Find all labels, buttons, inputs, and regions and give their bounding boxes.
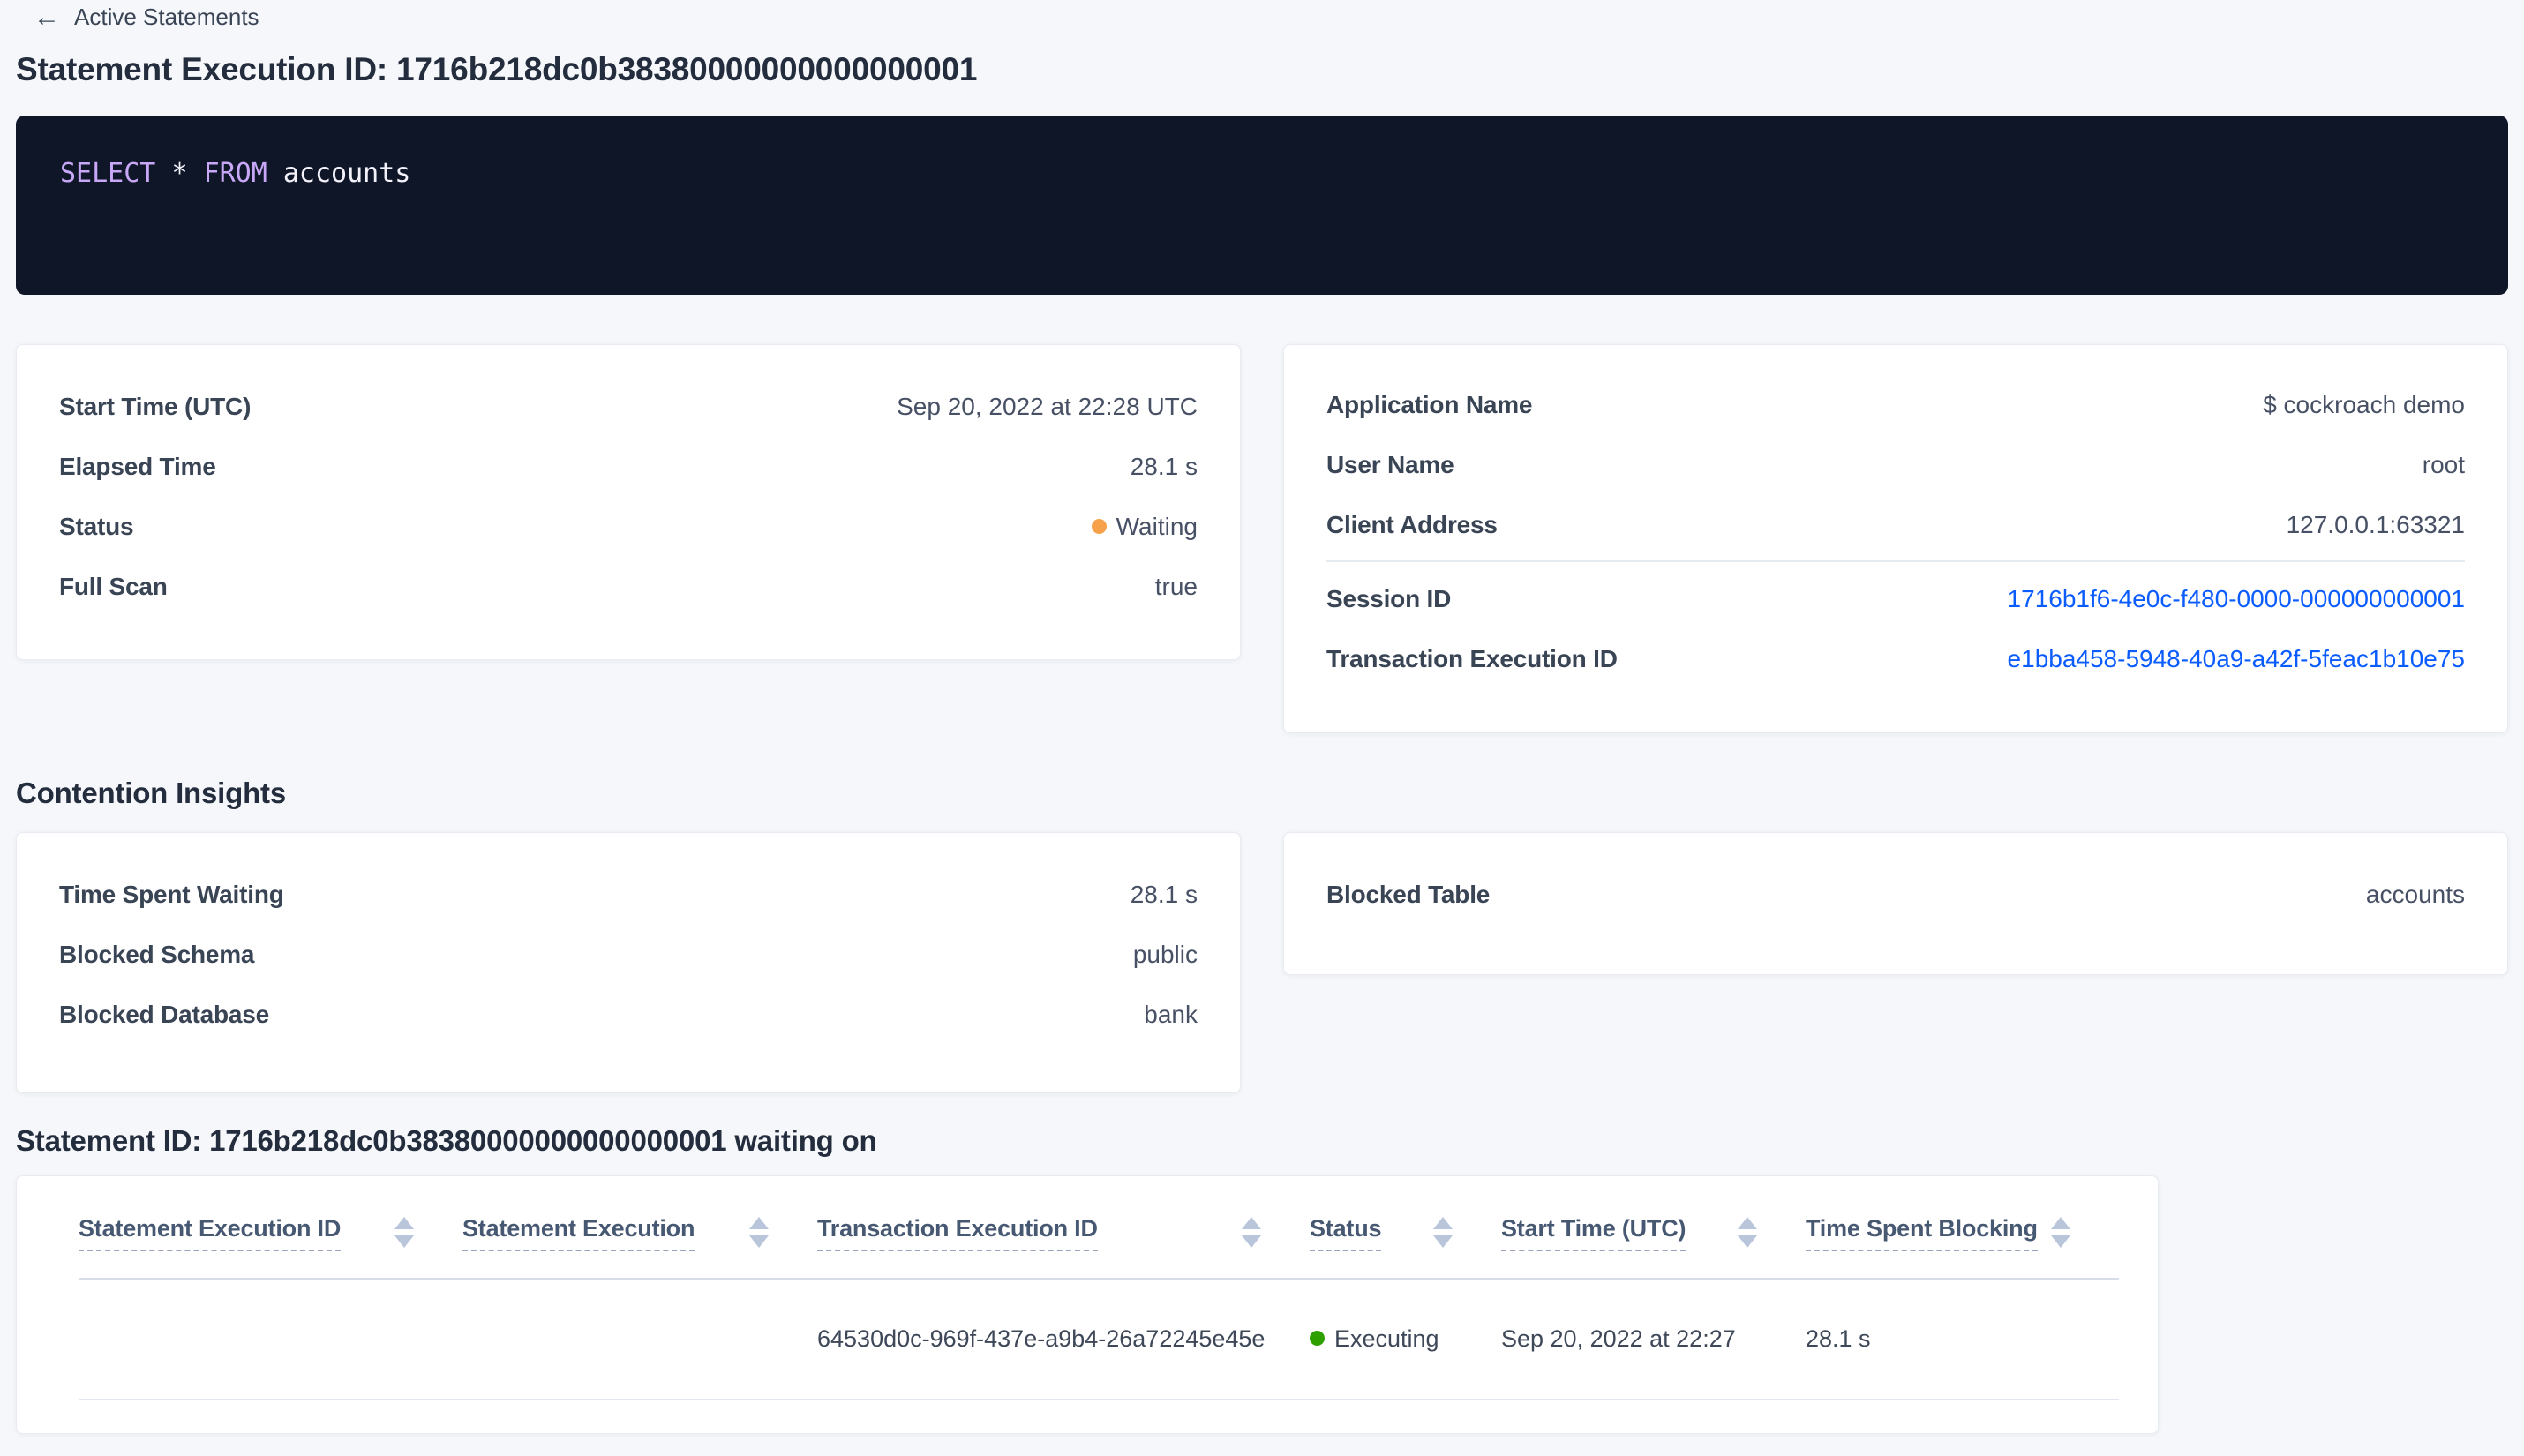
column-header-time-spent-blocking[interactable]: Time Spent Blocking <box>1806 1176 2119 1280</box>
cell-start-time: Sep 20, 2022 at 22:27 <box>1501 1279 1806 1400</box>
column-header-statement-execution-id-label: Statement Execution ID <box>79 1215 341 1251</box>
elapsed-time-value: 28.1 s <box>1130 453 1198 480</box>
elapsed-time-row: Elapsed Time 28.1 s <box>17 437 1240 497</box>
blocked-table-row: Blocked Table accounts <box>1284 865 2507 925</box>
elapsed-time-label: Elapsed Time <box>59 453 216 480</box>
transaction-execution-id-link[interactable]: e1bba458-5948-40a9-a42f-5feac1b10e75 <box>2008 645 2465 673</box>
full-scan-label: Full Scan <box>59 573 168 600</box>
status-row: Status Waiting <box>17 497 1240 557</box>
back-link-label: Active Statements <box>74 4 259 30</box>
waiting-on-table-card: Statement Execution ID Statement Executi… <box>16 1175 2159 1434</box>
time-spent-waiting-label: Time Spent Waiting <box>59 881 284 908</box>
statement-execution-details-page: ← Active Statements Statement Execution … <box>0 0 2524 1456</box>
table-header-row: Statement Execution ID Statement Executi… <box>79 1176 2119 1280</box>
status-value: Waiting <box>1091 513 1198 541</box>
column-header-start-time-label: Start Time (UTC) <box>1501 1215 1686 1251</box>
column-header-status-label: Status <box>1310 1215 1382 1251</box>
sort-arrows-icon[interactable] <box>1242 1217 1261 1248</box>
full-scan-value: true <box>1154 573 1198 600</box>
blocked-database-label: Blocked Database <box>59 1001 270 1028</box>
user-name-label: User Name <box>1326 451 1454 478</box>
application-name-value: $ cockroach demo <box>2263 391 2465 418</box>
sql-statement-text: SELECT * FROM accounts <box>60 156 2464 191</box>
transaction-execution-id-label: Transaction Execution ID <box>1326 645 1618 672</box>
sort-arrows-icon[interactable] <box>749 1217 769 1248</box>
blocked-schema-label: Blocked Schema <box>59 941 255 968</box>
status-waiting-text: Waiting <box>1116 513 1198 540</box>
start-time-value: Sep 20, 2022 at 22:28 UTC <box>897 393 1198 420</box>
user-name-row: User Name root <box>1284 435 2507 495</box>
blocked-schema-row: Blocked Schema public <box>17 925 1240 985</box>
time-spent-waiting-value: 28.1 s <box>1130 881 1198 908</box>
column-header-time-spent-blocking-label: Time Spent Blocking <box>1806 1215 2038 1251</box>
sort-arrows-icon[interactable] <box>2051 1217 2070 1248</box>
sql-star: * <box>171 158 188 189</box>
session-id-link[interactable]: 1716b1f6-4e0c-f480-0000-000000000001 <box>2008 585 2465 613</box>
time-spent-waiting-row: Time Spent Waiting 28.1 s <box>17 865 1240 925</box>
session-card-divider <box>1326 560 2465 562</box>
cell-transaction-execution-id: 64530d0c-969f-437e-a9b4-26a72245e45e <box>817 1279 1310 1400</box>
client-address-row: Client Address 127.0.0.1:63321 <box>1284 495 2507 555</box>
column-header-start-time[interactable]: Start Time (UTC) <box>1501 1176 1806 1280</box>
column-header-statement-execution-id[interactable]: Statement Execution ID <box>79 1176 462 1280</box>
waiting-on-heading: Statement ID: 1716b218dc0b38380000000000… <box>16 1124 877 1157</box>
table-row: 64530d0c-969f-437e-a9b4-26a72245e45e Exe… <box>79 1279 2119 1400</box>
column-header-status[interactable]: Status <box>1310 1176 1501 1280</box>
contention-insights-heading: Contention Insights <box>16 777 286 809</box>
status-executing-dot-icon <box>1310 1331 1325 1347</box>
blocked-table-value: accounts <box>2365 881 2465 908</box>
column-header-transaction-execution-id[interactable]: Transaction Execution ID <box>817 1176 1310 1280</box>
cell-statement-execution <box>462 1279 817 1400</box>
waiting-on-table: Statement Execution ID Statement Executi… <box>79 1176 2119 1400</box>
column-header-statement-execution-label: Statement Execution <box>462 1215 695 1251</box>
status-label: Status <box>59 513 134 540</box>
session-id-row: Session ID 1716b1f6-4e0c-f480-0000-00000… <box>1284 569 2507 629</box>
application-name-row: Application Name $ cockroach demo <box>1284 375 2507 435</box>
status-waiting-dot-icon <box>1091 519 1107 535</box>
session-id-label: Session ID <box>1326 585 1452 612</box>
contention-cards-row: Time Spent Waiting 28.1 s Blocked Schema… <box>16 832 2508 1093</box>
sort-arrows-icon[interactable] <box>394 1217 414 1248</box>
blocked-table-label: Blocked Table <box>1326 881 1491 908</box>
sort-arrows-icon[interactable] <box>1433 1217 1453 1248</box>
start-time-label: Start Time (UTC) <box>59 393 252 420</box>
blocked-database-row: Blocked Database bank <box>17 985 1240 1045</box>
cell-time-spent-blocking: 28.1 s <box>1806 1279 2119 1400</box>
overview-cards-row: Start Time (UTC) Sep 20, 2022 at 22:28 U… <box>16 344 2508 733</box>
start-time-row: Start Time (UTC) Sep 20, 2022 at 22:28 U… <box>17 377 1240 437</box>
sql-identifier: accounts <box>282 158 411 189</box>
full-scan-row: Full Scan true <box>17 557 1240 617</box>
application-name-label: Application Name <box>1326 391 1533 418</box>
contention-waiting-card: Time Spent Waiting 28.1 s Blocked Schema… <box>16 832 1241 1093</box>
cell-statement-execution-id <box>79 1279 462 1400</box>
transaction-execution-id-row: Transaction Execution ID e1bba458-5948-4… <box>1284 629 2507 689</box>
column-header-statement-execution[interactable]: Statement Execution <box>462 1176 817 1280</box>
page-title: Statement Execution ID: 1716b218dc0b3838… <box>16 51 978 87</box>
column-header-transaction-execution-id-label: Transaction Execution ID <box>817 1215 1098 1251</box>
blocked-table-card: Blocked Table accounts <box>1283 832 2508 975</box>
execution-details-card: Start Time (UTC) Sep 20, 2022 at 22:28 U… <box>16 344 1241 660</box>
blocked-database-value: bank <box>1144 1001 1198 1028</box>
back-to-active-statements-link[interactable]: ← Active Statements <box>34 4 259 31</box>
client-address-label: Client Address <box>1326 511 1498 538</box>
sql-keyword-from: FROM <box>203 158 267 189</box>
blocked-schema-value: public <box>1132 941 1198 968</box>
cell-status: Executing <box>1310 1279 1501 1400</box>
sort-arrows-icon[interactable] <box>1738 1217 1757 1248</box>
session-details-card: Application Name $ cockroach demo User N… <box>1283 344 2508 733</box>
sql-keyword-select: SELECT <box>60 158 156 189</box>
sql-statement-box: SELECT * FROM accounts <box>16 116 2508 295</box>
user-name-value: root <box>2422 451 2465 478</box>
back-arrow-icon: ← <box>34 2 60 32</box>
client-address-value: 127.0.0.1:63321 <box>2286 511 2465 538</box>
status-executing-text: Executing <box>1334 1325 1439 1352</box>
